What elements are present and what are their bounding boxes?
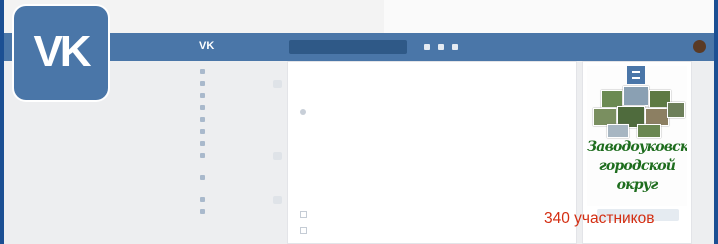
cover-photo [637, 124, 661, 138]
menu-icon [200, 93, 205, 99]
menu-icon [200, 81, 205, 87]
menu-icon [627, 66, 645, 84]
menu-icon [200, 153, 205, 159]
post-tabs [300, 87, 320, 93]
sidebar-item[interactable] [200, 173, 282, 183]
sidebar-item[interactable] [200, 139, 282, 149]
sidebar-item[interactable] [200, 103, 282, 113]
search-input[interactable] [289, 40, 407, 54]
sidebar-item[interactable] [200, 115, 282, 125]
vk-logo-text: VK [33, 27, 91, 76]
address-area[interactable] [384, 0, 714, 34]
sidebar-item[interactable] [200, 151, 282, 161]
bell-icon[interactable] [424, 44, 430, 50]
sidebar-item[interactable] [200, 91, 282, 101]
attachment-link[interactable] [300, 226, 570, 236]
cover-photo [607, 124, 629, 138]
count-badge [273, 152, 282, 160]
author-avatar[interactable] [300, 109, 306, 115]
hamburger-glyph [632, 71, 640, 79]
cover-photo [623, 86, 649, 106]
menu-icon [200, 69, 205, 75]
attachment-link[interactable] [300, 210, 570, 220]
sidebar-item[interactable] [200, 127, 282, 137]
music-icon[interactable] [438, 44, 444, 50]
menu-icon [200, 105, 205, 111]
count-badge [273, 80, 282, 88]
browser-tabbar [4, 0, 714, 34]
sidebar-item[interactable] [200, 79, 282, 89]
menu-icon [200, 197, 205, 203]
sidebar-item[interactable] [200, 207, 282, 217]
checkbox-icon [300, 211, 307, 219]
cover-photo [667, 102, 685, 118]
menu-icon[interactable] [452, 44, 458, 50]
avatar[interactable] [693, 40, 706, 53]
checkbox-icon [300, 227, 307, 235]
vk-logo-icon[interactable]: VK [199, 40, 217, 52]
menu-icon [200, 175, 205, 181]
menu-icon [200, 209, 205, 215]
menu-icon [200, 141, 205, 147]
community-cover[interactable]: Заводоуковский городской округ [587, 66, 687, 206]
count-badge [273, 196, 282, 204]
members-count: 340 участников [544, 210, 655, 227]
community-title: Заводоуковский городской округ [587, 139, 687, 193]
menu-icon [200, 129, 205, 135]
sidebar-item[interactable] [200, 67, 282, 77]
menu-icon [200, 117, 205, 123]
wall-post [287, 61, 577, 244]
browser-window: VK Заводоуковск городской округ 340 учас… [4, 0, 714, 244]
vk-logo-icon: VK [14, 6, 108, 100]
sidebar-item[interactable] [200, 195, 282, 205]
vk-topbar: VK [4, 33, 714, 61]
browser-tab[interactable] [100, 9, 370, 25]
